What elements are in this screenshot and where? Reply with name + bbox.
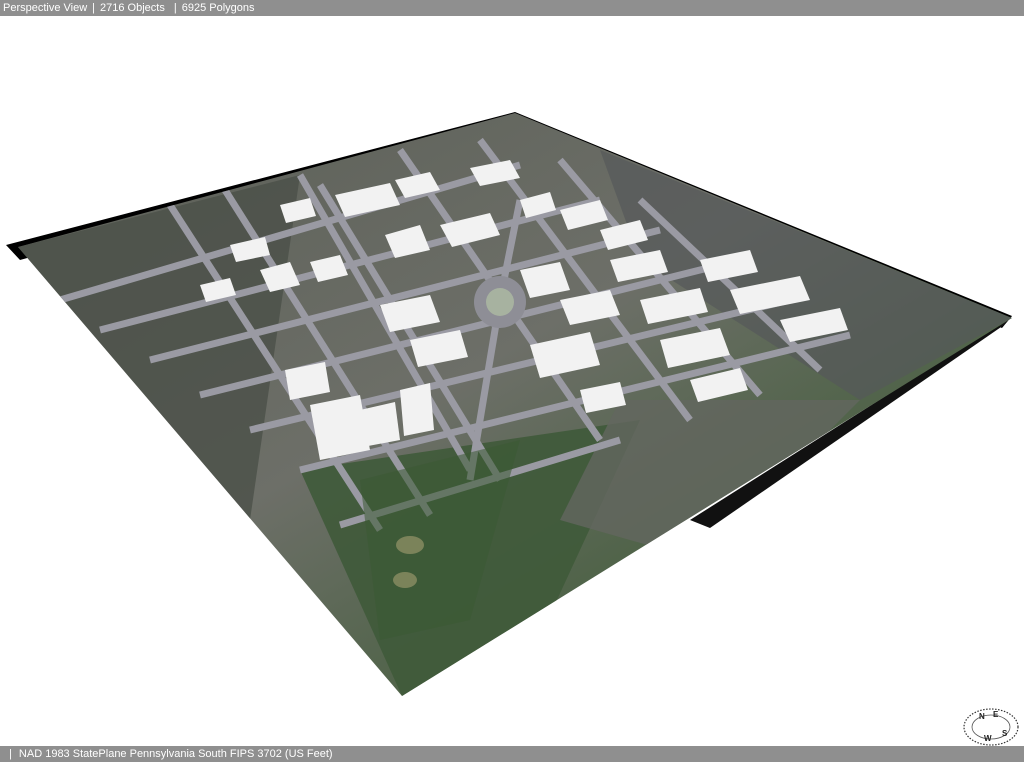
terrain-scene[interactable]	[0, 16, 1024, 746]
footer-separator: |	[9, 748, 12, 760]
compass-letter-n: N	[979, 712, 985, 721]
3d-viewport[interactable]	[0, 16, 1024, 746]
status-separator: |	[92, 2, 96, 14]
compass-letter-s: S	[1002, 729, 1008, 738]
coordinate-system-bar: | NAD 1983 StatePlane Pennsylvania South…	[0, 746, 1024, 762]
compass-letter-w: W	[984, 734, 992, 743]
coordinate-system-label: NAD 1983 StatePlane Pennsylvania South F…	[18, 748, 333, 760]
view-mode-label: Perspective View	[3, 2, 88, 14]
status-separator: |	[173, 2, 177, 14]
compass-rose-icon[interactable]: N E S W	[962, 706, 1020, 746]
polygon-count-label: 6925 Polygons	[181, 2, 255, 14]
object-count-label: 2716 Objects	[100, 2, 165, 14]
compass-letter-e: E	[993, 710, 999, 719]
status-bar: Perspective View | 2716 Objects | 6925 P…	[0, 0, 1024, 16]
